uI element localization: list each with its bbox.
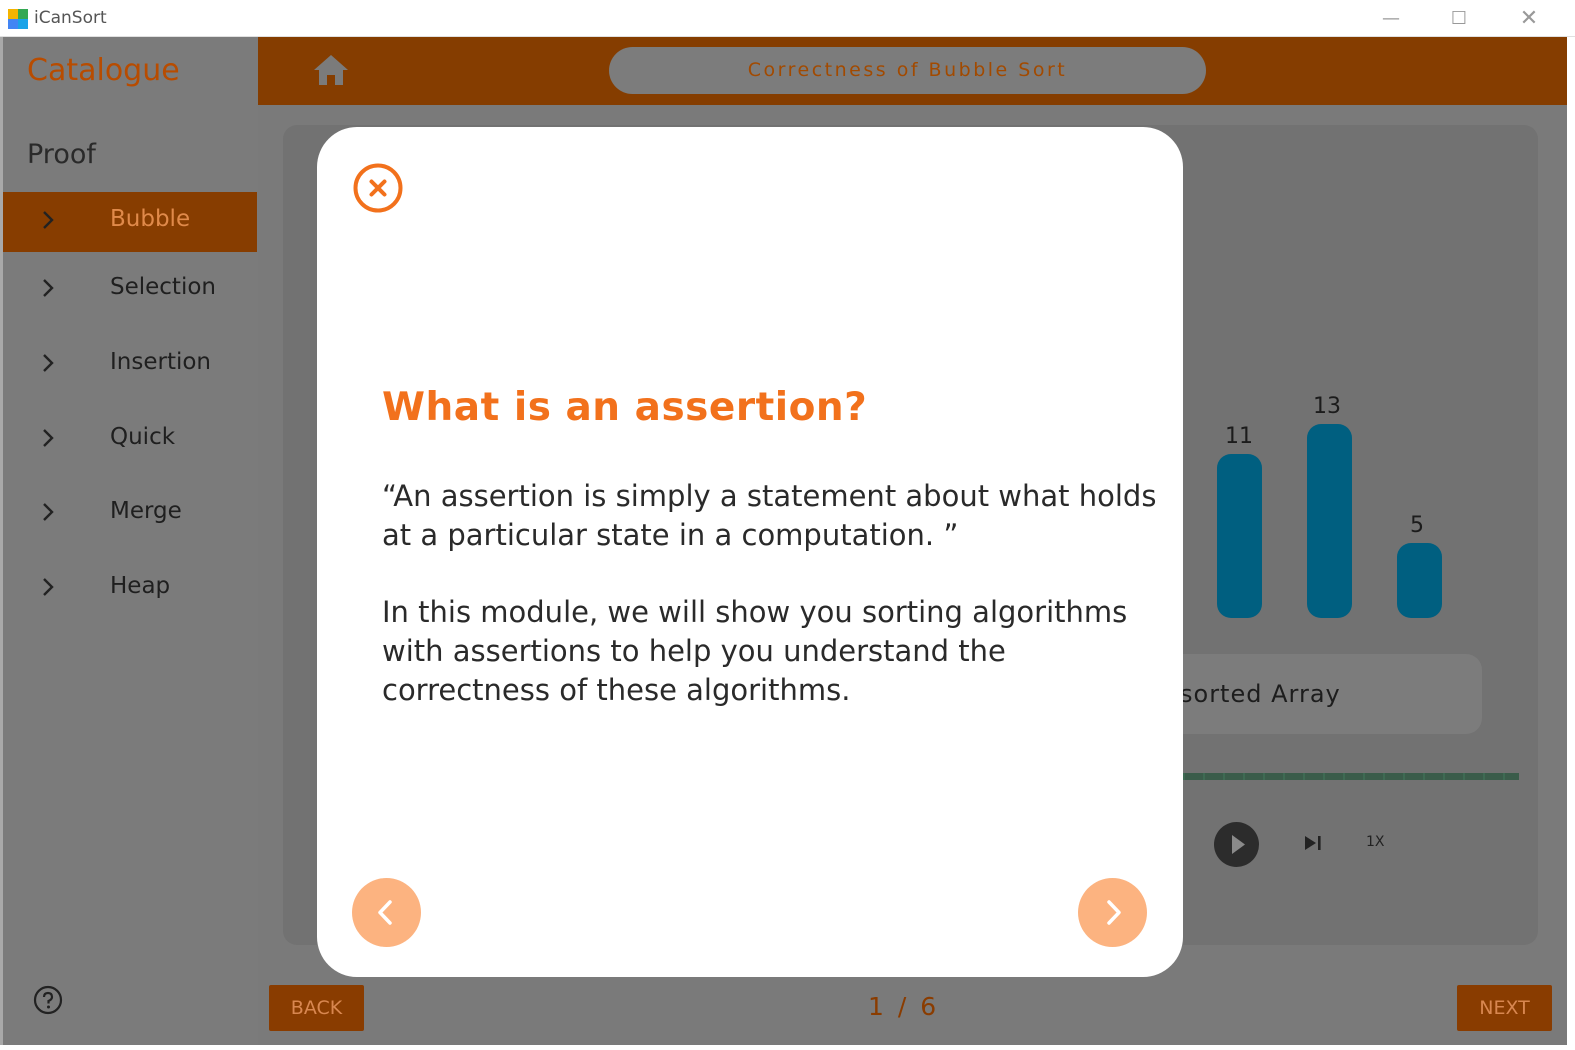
page-indicator: 1 / 6 (868, 992, 940, 1021)
next-button[interactable]: NEXT (1457, 985, 1552, 1031)
close-window-button[interactable]: ✕ (1514, 6, 1544, 32)
chevron-right-icon (43, 211, 54, 229)
sidebar-item-label: Selection (110, 274, 216, 300)
module-description: In this module, we will show you sorting… (382, 595, 1128, 707)
assertion-quote: “An assertion is simply a statement abou… (382, 479, 1157, 552)
bar-value-label: 13 (1313, 394, 1341, 419)
help-circle-icon[interactable] (33, 985, 63, 1015)
sidebar-item-label: Insertion (110, 349, 212, 375)
back-button[interactable]: BACK (269, 985, 364, 1031)
header-bar: Correctness of Bubble Sort (258, 37, 1567, 105)
bar-value-label: 5 (1410, 513, 1424, 538)
window-title: iCanSort (34, 8, 107, 28)
maximize-button[interactable]: ☐ (1444, 6, 1474, 32)
sidebar: Catalogue Proof Bubble Selection Inserti… (3, 37, 258, 1045)
info-modal: What is an assertion? “An assertion is s… (317, 127, 1183, 977)
sidebar-item-quick[interactable]: Quick (3, 410, 257, 470)
sidebar-item-insertion[interactable]: Insertion (3, 335, 257, 395)
chevron-right-icon (43, 354, 54, 372)
sidebar-item-merge[interactable]: Merge (3, 484, 257, 544)
home-icon[interactable] (312, 53, 350, 87)
animation-progress-track[interactable] (1183, 773, 1519, 780)
window-frame (0, 37, 3, 1050)
window-titlebar: iCanSort — ☐ ✕ (0, 0, 1575, 37)
play-icon (1232, 835, 1245, 854)
bar-value-label: 11 (1225, 424, 1253, 449)
sidebar-item-label: Bubble (110, 206, 191, 232)
sidebar-item-label: Merge (110, 498, 182, 524)
play-button[interactable] (1214, 822, 1259, 867)
window-frame (1567, 37, 1575, 1050)
app-logo-icon (8, 9, 28, 29)
footer-bar: BACK 1 / 6 NEXT (258, 970, 1567, 1045)
array-bar (1217, 454, 1262, 618)
close-icon[interactable] (353, 163, 403, 213)
previous-slide-button[interactable] (352, 878, 421, 947)
minimize-button[interactable]: — (1376, 6, 1406, 32)
sidebar-item-heap[interactable]: Heap (3, 559, 257, 619)
skip-forward-icon[interactable] (1302, 832, 1324, 854)
chevron-left-icon (378, 900, 392, 925)
chevron-right-icon (43, 279, 54, 297)
sidebar-heading: Catalogue (27, 53, 180, 88)
chevron-right-icon (43, 429, 54, 447)
modal-heading: What is an assertion? (382, 385, 868, 430)
chevron-right-icon (43, 578, 54, 596)
page-title: Correctness of Bubble Sort (609, 47, 1206, 94)
sidebar-item-bubble[interactable]: Bubble (3, 192, 257, 252)
chevron-right-icon (1107, 900, 1121, 925)
sidebar-item-label: Quick (110, 424, 176, 450)
sidebar-item-selection[interactable]: Selection (3, 260, 257, 320)
array-bar (1397, 543, 1442, 618)
sidebar-section-proof[interactable]: Proof (27, 139, 96, 170)
sidebar-item-label: Heap (110, 573, 171, 599)
speed-control[interactable]: 1X (1366, 834, 1385, 850)
window-frame (0, 1045, 1575, 1050)
chevron-right-icon (43, 503, 54, 521)
next-slide-button[interactable] (1078, 878, 1147, 947)
array-bar (1307, 424, 1352, 618)
sorted-array-label: sorted Array (1180, 680, 1341, 708)
